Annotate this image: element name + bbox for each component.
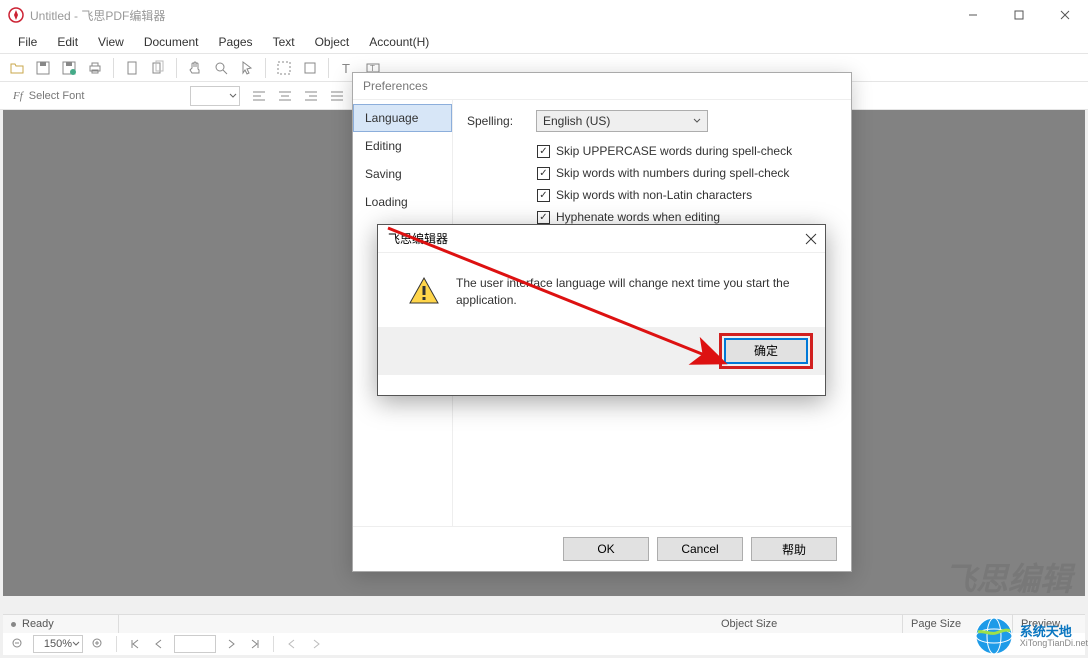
preferences-title: Preferences xyxy=(353,73,851,100)
menu-edit[interactable]: Edit xyxy=(47,32,88,52)
nav-fwd-icon[interactable] xyxy=(307,635,325,653)
checkbox-icon: ✓ xyxy=(537,167,550,180)
checkbox-icon: ✓ xyxy=(537,189,550,202)
pref-tab-editing[interactable]: Editing xyxy=(353,132,452,160)
menu-account[interactable]: Account(H) xyxy=(359,32,439,52)
menu-text[interactable]: Text xyxy=(263,32,305,52)
save-icon[interactable] xyxy=(32,57,54,79)
ok-highlight: 确定 xyxy=(719,333,813,369)
prev-page-icon[interactable] xyxy=(150,635,168,653)
titlebar: Untitled - 飞思PDF编辑器 xyxy=(0,0,1088,30)
warning-icon xyxy=(408,275,440,307)
zoom-in-icon[interactable] xyxy=(89,635,107,653)
check-skip-numbers[interactable]: ✓Skip words with numbers during spell-ch… xyxy=(537,166,837,180)
pointer-icon[interactable] xyxy=(236,57,258,79)
align-justify-icon[interactable] xyxy=(326,85,348,107)
checkbox-icon: ✓ xyxy=(537,211,550,224)
statusbar: Ready Object Size Page Size Preview xyxy=(3,614,1085,634)
status-object-size: Object Size xyxy=(713,615,903,633)
menubar: File Edit View Document Pages Text Objec… xyxy=(0,30,1088,54)
menu-document[interactable]: Document xyxy=(134,32,209,52)
chevron-down-icon xyxy=(693,117,701,125)
next-page-icon[interactable] xyxy=(222,635,240,653)
status-ready: Ready xyxy=(22,618,54,630)
svg-text:T: T xyxy=(342,61,350,76)
close-button[interactable] xyxy=(1042,0,1088,30)
watermark-url: XiTongTianDi.net xyxy=(1020,638,1088,648)
maximize-button[interactable] xyxy=(996,0,1042,30)
pref-ok-button[interactable]: OK xyxy=(563,537,649,561)
font-glyph-icon: Ff xyxy=(13,90,23,102)
pref-help-button[interactable]: 帮助 xyxy=(751,537,837,561)
check-hyphenate[interactable]: ✓Hyphenate words when editing xyxy=(537,210,837,224)
checkbox-icon: ✓ xyxy=(537,145,550,158)
font-select-label: Select Font xyxy=(29,90,85,102)
menu-view[interactable]: View xyxy=(88,32,134,52)
app-icon xyxy=(8,7,24,23)
message-text: The user interface language will change … xyxy=(456,275,801,309)
check-skip-uppercase[interactable]: ✓Skip UPPERCASE words during spell-check xyxy=(537,144,837,158)
page-number-input[interactable] xyxy=(174,635,216,653)
menu-object[interactable]: Object xyxy=(305,32,360,52)
spelling-select[interactable]: English (US) xyxy=(536,110,708,132)
align-right-icon[interactable] xyxy=(300,85,322,107)
menu-file[interactable]: File xyxy=(8,32,47,52)
zoom-out-icon[interactable] xyxy=(9,635,27,653)
page-add-icon[interactable] xyxy=(121,57,143,79)
navbar: 150% xyxy=(3,633,1085,655)
message-close-button[interactable] xyxy=(805,233,817,245)
nav-back-icon[interactable] xyxy=(283,635,301,653)
pref-cancel-button[interactable]: Cancel xyxy=(657,537,743,561)
spelling-value: English (US) xyxy=(543,114,610,128)
font-selector[interactable]: Ff Select Font xyxy=(6,87,186,105)
first-page-icon[interactable] xyxy=(126,635,144,653)
window-title: Untitled - 飞思PDF编辑器 xyxy=(30,7,950,24)
minimize-button[interactable] xyxy=(950,0,996,30)
menu-pages[interactable]: Pages xyxy=(209,32,263,52)
message-title: 飞思编辑器 xyxy=(388,230,448,247)
check-skip-nonlatin[interactable]: ✓Skip words with non-Latin characters xyxy=(537,188,837,202)
watermark-faded: 飞思编辑 xyxy=(944,554,1072,600)
align-left-icon[interactable] xyxy=(248,85,270,107)
font-size-selector[interactable] xyxy=(190,86,240,106)
watermark-brand: 系统天地 xyxy=(1020,625,1088,638)
watermark-globe-icon xyxy=(972,614,1016,658)
zoom-icon[interactable] xyxy=(210,57,232,79)
pref-tab-language[interactable]: Language xyxy=(353,104,452,132)
align-center-icon[interactable] xyxy=(274,85,296,107)
select-icon[interactable] xyxy=(273,57,295,79)
crop-icon[interactable] xyxy=(299,57,321,79)
print-icon[interactable] xyxy=(84,57,106,79)
saveas-icon[interactable] xyxy=(58,57,80,79)
message-ok-button[interactable]: 确定 xyxy=(725,339,807,363)
last-page-icon[interactable] xyxy=(246,635,264,653)
pref-tab-saving[interactable]: Saving xyxy=(353,160,452,188)
zoom-level[interactable]: 150% xyxy=(33,635,83,653)
hand-icon[interactable] xyxy=(184,57,206,79)
spelling-label: Spelling: xyxy=(467,114,522,128)
pref-tab-loading[interactable]: Loading xyxy=(353,188,452,216)
page-dup-icon[interactable] xyxy=(147,57,169,79)
watermark: 系统天地 XiTongTianDi.net xyxy=(972,614,1088,658)
open-icon[interactable] xyxy=(6,57,28,79)
message-dialog: 飞思编辑器 The user interface language will c… xyxy=(377,224,826,396)
status-dot-icon xyxy=(11,622,16,627)
